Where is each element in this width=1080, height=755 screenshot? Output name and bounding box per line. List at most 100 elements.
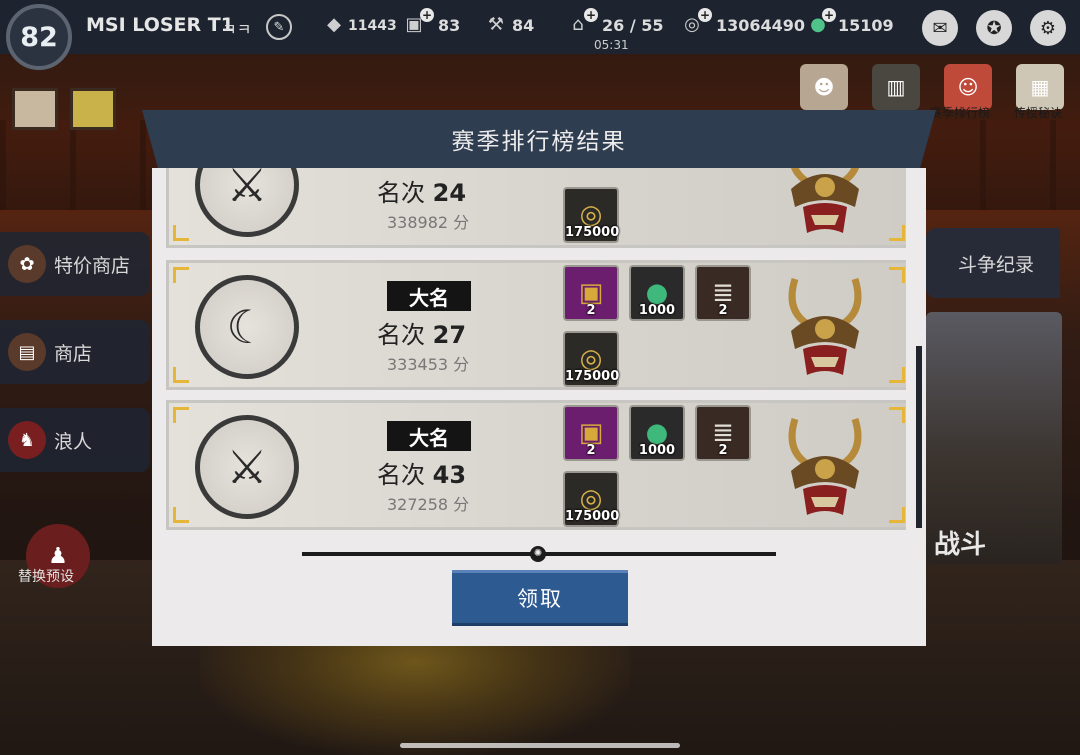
mail-icon[interactable]: ✉ xyxy=(922,10,958,46)
daruma-icon[interactable]: ☻ xyxy=(800,64,848,110)
reward-quantity: 175000 xyxy=(565,369,620,384)
score-line: 333453 分 xyxy=(387,351,469,375)
shop-button[interactable]: ▤ 商店 xyxy=(0,320,150,384)
samurai-silhouette-icon: ♟ xyxy=(48,543,68,569)
preset-swap-label: 替换预设 xyxy=(18,569,74,585)
special-shop-label: 特价商店 xyxy=(54,254,131,277)
corner-ornament xyxy=(173,407,189,423)
reward-quantity: 2 xyxy=(586,443,596,458)
coin-reward[interactable]: ◎ 175000 xyxy=(563,187,619,243)
score-unit: 分 xyxy=(453,213,470,232)
list-scrollbar[interactable] xyxy=(916,346,922,528)
add-jade-icon[interactable]: + xyxy=(822,8,836,22)
player-name-suffix: ㅋㅋ xyxy=(222,20,252,39)
scroll-reward[interactable]: ≣ 2 xyxy=(695,405,751,461)
corner-ornament xyxy=(173,507,189,523)
jade-reward[interactable]: ● 1000 xyxy=(629,265,685,321)
rank-prefix: 名次 xyxy=(377,179,425,207)
reward-quantity: 175000 xyxy=(565,225,620,240)
ronin-icon: ♞ xyxy=(8,421,46,459)
shop-label: 商店 xyxy=(54,342,93,365)
scroll-quest-icon[interactable] xyxy=(70,88,116,130)
corner-ornament xyxy=(889,407,905,423)
katana-weapon-icon: ⚔ xyxy=(195,415,299,519)
rank-prefix: 名次 xyxy=(377,321,425,349)
reward-quantity: 2 xyxy=(718,443,728,458)
rank-line: 名次 43 xyxy=(377,455,497,490)
corner-ornament xyxy=(173,267,189,283)
reward-quantity: 175000 xyxy=(565,509,620,524)
home-indicator[interactable] xyxy=(400,743,680,748)
jade-count: 15109 xyxy=(838,16,894,35)
katana-weapon-icon: ⚔ xyxy=(195,168,299,237)
hammer-icon: ⚒ xyxy=(487,13,505,35)
ranking-entry: ⚔ 大名 名次 43 327258 分 ▣ 2 ● 1000 ≣ 2 ◎ 175… xyxy=(166,400,906,530)
energy-count: 26 / 55 xyxy=(602,16,664,35)
achievement-icon[interactable]: ✪ xyxy=(976,10,1012,46)
tomoe-divider-icon: ✺ xyxy=(530,546,546,562)
corner-ornament xyxy=(889,267,905,283)
reward-quantity: 1000 xyxy=(638,443,676,458)
claim-button[interactable]: 领取 xyxy=(452,570,628,626)
corner-ornament xyxy=(889,507,905,523)
scroll-reward[interactable]: ≣ 2 xyxy=(695,265,751,321)
score-line: 338982 分 xyxy=(387,209,469,233)
corner-ornament xyxy=(889,225,905,241)
title-tag: 大名 xyxy=(387,281,471,311)
add-energy-icon[interactable]: + xyxy=(584,8,598,22)
corner-ornament xyxy=(889,367,905,383)
ronin-button[interactable]: ♞ 浪人 xyxy=(0,408,150,472)
title-tag: 大名 xyxy=(387,421,471,451)
rank-line: 名次 27 xyxy=(377,315,497,350)
special-shop-button[interactable]: ✿ 特价商店 xyxy=(0,232,150,296)
crystal-icon: ◆ xyxy=(327,13,341,35)
secret-tips-label: 传授秘诀 xyxy=(1014,106,1063,120)
modal-body: ⚔ 名次 24 338982 分 ▣ 2 ● 1000 ≣ 2 xyxy=(152,168,926,646)
coin-reward[interactable]: ◎ 175000 xyxy=(563,331,619,387)
scroll-map-icon[interactable] xyxy=(12,88,58,130)
jade-reward[interactable]: ● 1000 xyxy=(629,405,685,461)
edit-name-icon[interactable]: ✎ xyxy=(266,14,292,40)
settings-gear-icon[interactable]: ⚙ xyxy=(1030,10,1066,46)
chest-reward[interactable]: ▣ 2 xyxy=(563,405,619,461)
ranking-result-list[interactable]: ⚔ 名次 24 338982 分 ▣ 2 ● 1000 ≣ 2 xyxy=(166,168,906,534)
rank-number: 43 xyxy=(432,461,467,489)
corner-ornament xyxy=(173,225,189,241)
player-level-badge[interactable]: 82 xyxy=(6,4,72,70)
reward-quantity: 1000 xyxy=(638,303,676,318)
score-line: 327258 分 xyxy=(387,491,469,515)
ranking-entry: ⚔ 名次 24 338982 分 ▣ 2 ● 1000 ≣ 2 xyxy=(166,168,906,248)
modal-header: 赛季排行榜结果 xyxy=(142,110,936,168)
rank-number: 24 xyxy=(432,179,467,207)
rank-line: 名次 24 xyxy=(377,173,497,208)
add-ticket-icon[interactable]: + xyxy=(420,8,434,22)
book-icon[interactable]: ▥ xyxy=(872,64,920,110)
rank-number: 27 xyxy=(432,321,467,349)
add-coin-icon[interactable]: + xyxy=(698,8,712,22)
naginata-weapon-icon: ☾ xyxy=(195,275,299,379)
shop-chest-icon: ▤ xyxy=(8,333,46,371)
samurai-helmet-icon xyxy=(775,409,875,521)
samurai-helmet-icon xyxy=(775,168,875,239)
ronin-label: 浪人 xyxy=(54,430,93,453)
rank-prefix: 名次 xyxy=(377,461,425,489)
season-result-modal: 赛季排行榜结果 ⚔ 名次 24 338982 分 ▣ xyxy=(142,110,936,646)
special-shop-icon: ✿ xyxy=(8,245,46,283)
battle-label: 战斗 xyxy=(934,530,987,560)
coin-reward[interactable]: ◎ 175000 xyxy=(563,471,619,527)
season-ranking-label: 赛季排行榜 xyxy=(930,106,991,120)
hammer-count: 84 xyxy=(512,16,535,35)
score-value: 338982 xyxy=(387,213,449,232)
modal-title: 赛季排行榜结果 xyxy=(451,129,627,155)
chest-reward[interactable]: ▣ 2 xyxy=(563,265,619,321)
score-unit: 分 xyxy=(453,495,470,514)
energy-timer: 05:31 xyxy=(594,38,629,52)
ranking-entry: ☾ 大名 名次 27 333453 分 ▣ 2 ● 1000 ≣ 2 ◎ 175… xyxy=(166,260,906,390)
battle-record-button[interactable]: 斗争纪录 xyxy=(926,228,1060,298)
score-unit: 分 xyxy=(453,355,470,374)
crystal-count: 11443 xyxy=(348,18,397,34)
score-value: 327258 xyxy=(387,495,449,514)
samurai-helmet-icon xyxy=(775,269,875,381)
player-name: MSI LOSER T1 xyxy=(86,14,234,36)
ticket-count: 83 xyxy=(438,16,461,35)
